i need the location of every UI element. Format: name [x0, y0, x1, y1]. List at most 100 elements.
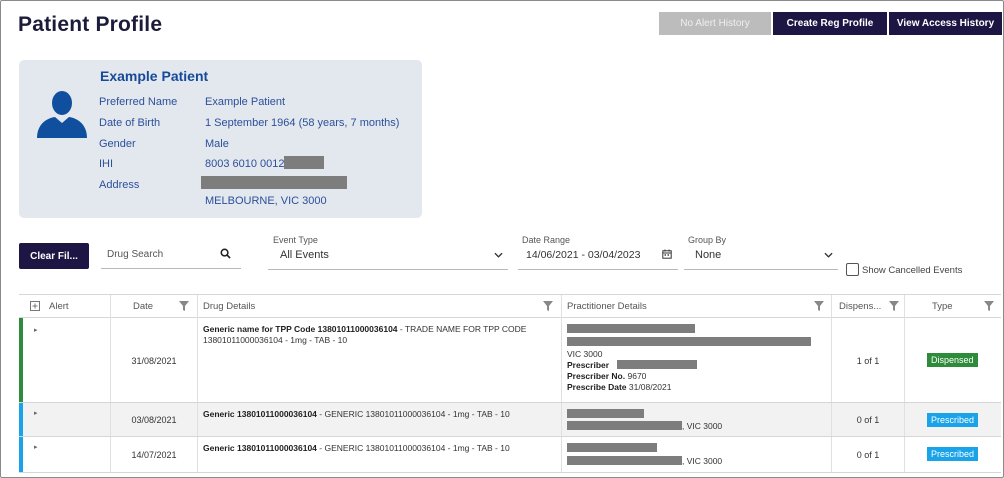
row-expand-icon[interactable]: ▸	[34, 326, 38, 334]
drug-name: Generic 13801011000036104	[203, 409, 317, 419]
practitioner-state: VIC 3000	[567, 349, 603, 359]
practitioner-cell: , VIC 3000	[562, 437, 832, 472]
date-cell: 14/07/2021	[111, 437, 198, 472]
alert-cell: ▸	[19, 318, 111, 402]
show-cancelled-checkbox[interactable]	[846, 263, 859, 276]
column-alert[interactable]: Alert	[19, 295, 111, 318]
type-cell: Dispensed	[905, 318, 1001, 402]
date-range-underline	[518, 269, 678, 270]
view-access-history-button[interactable]: View Access History	[889, 12, 1002, 35]
dispensed-count: 0 of 1	[856, 450, 880, 460]
ihi-label: IHI	[99, 158, 114, 170]
practitioner-redaction	[567, 337, 811, 346]
date-range-value: 14/06/2021 - 03/04/2023	[526, 249, 641, 261]
column-type[interactable]: Type	[905, 295, 1001, 318]
prescribe-date: 31/08/2021	[628, 382, 672, 392]
page-title: Patient Profile	[18, 13, 163, 36]
practitioner-redaction	[567, 443, 657, 452]
prescriber-line: Prescriber	[567, 360, 609, 370]
practitioner-redaction	[567, 324, 695, 333]
ihi-value: 8003 6010 0012	[205, 158, 285, 170]
practitioner-state: , VIC 3000	[682, 456, 723, 466]
address-line2: MELBOURNE, VIC 3000	[205, 195, 327, 207]
prescriber-no-label: Prescriber No.	[567, 371, 626, 381]
row-date: 03/08/2021	[131, 415, 177, 425]
prescribe-date-line: Prescribe Date 31/08/2021	[567, 382, 671, 392]
chevron-down-icon[interactable]	[824, 252, 833, 258]
table-row[interactable]: ▸ 03/08/2021 Generic 13801011000036104 -…	[19, 403, 1001, 437]
table-row[interactable]: ▸ 31/08/2021 Generic name for TPP Code 1…	[19, 318, 1001, 403]
search-icon[interactable]	[220, 248, 231, 259]
date-cell: 31/08/2021	[111, 318, 198, 402]
drug-name: Generic name for TPP Code 13801011000036…	[203, 324, 398, 334]
column-date[interactable]: Date	[111, 295, 198, 318]
dispensed-cell: 0 of 1	[832, 403, 905, 436]
prescriber-label: Prescriber	[567, 360, 610, 370]
row-expand-icon[interactable]: ▸	[34, 409, 38, 417]
practitioner-cell: , VIC 3000	[562, 403, 832, 436]
practitioner-state: , VIC 3000	[682, 421, 723, 431]
column-drug-details[interactable]: Drug Details	[198, 295, 562, 318]
table-row[interactable]: ▸ 14/07/2021 Generic 13801011000036104 -…	[19, 437, 1001, 473]
filter-icon[interactable]	[179, 301, 189, 311]
practitioner-redaction	[567, 409, 644, 418]
drug-description: - GENERIC 13801011000036104 - 1mg - TAB …	[316, 443, 510, 453]
prescriber-no-line: Prescriber No. 9670	[567, 371, 646, 381]
dispensed-cell: 1 of 1	[832, 318, 905, 402]
address-redaction	[201, 176, 347, 189]
drug-details: Generic 13801011000036104 - GENERIC 1380…	[203, 409, 557, 420]
patient-name: Example Patient	[100, 68, 209, 84]
prescriber-redaction	[617, 360, 697, 369]
status-badge: Prescribed	[927, 447, 979, 461]
status-badge: Dispensed	[927, 353, 978, 367]
row-expand-icon[interactable]: ▸	[34, 443, 38, 451]
dispensed-count: 0 of 1	[856, 415, 880, 425]
drug-cell: Generic 13801011000036104 - GENERIC 1380…	[198, 437, 562, 472]
type-cell: Prescribed	[905, 403, 1001, 436]
address-label: Address	[99, 179, 140, 191]
status-badge: Prescribed	[927, 413, 979, 427]
event-type-underline	[268, 269, 508, 270]
alert-cell: ▸	[19, 437, 111, 472]
prescribe-date-label: Prescribe Date	[567, 382, 627, 392]
drug-search-underline	[101, 268, 241, 269]
preferred-name-label: Preferred Name	[99, 96, 178, 108]
expand-all-icon[interactable]	[30, 301, 40, 311]
practitioner-cell: VIC 3000 Prescriber Prescriber No. 9670 …	[562, 318, 832, 402]
prescriber-no: 9670	[627, 371, 647, 381]
chevron-down-icon[interactable]	[494, 252, 503, 258]
filter-icon[interactable]	[889, 301, 899, 311]
column-dispensed-label: Dispens...	[839, 301, 882, 312]
date-range-label: Date Range	[522, 235, 571, 245]
drug-details: Generic name for TPP Code 13801011000036…	[203, 324, 557, 346]
drug-cell: Generic 13801011000036104 - GENERIC 1380…	[198, 403, 562, 436]
dob-label: Date of Birth	[99, 117, 161, 129]
type-cell: Prescribed	[905, 437, 1001, 472]
drug-name: Generic 13801011000036104	[203, 443, 317, 453]
app-frame: Patient Profile No Alert History Create …	[0, 0, 1004, 478]
drug-description: - GENERIC 13801011000036104 - 1mg - TAB …	[316, 409, 510, 419]
column-date-label: Date	[133, 301, 154, 312]
patient-card: Example Patient Preferred Name Example P…	[19, 60, 422, 218]
column-practitioner-details[interactable]: Practitioner Details	[562, 295, 832, 318]
preferred-name-value: Example Patient	[205, 96, 286, 108]
column-type-label: Type	[932, 301, 953, 312]
show-cancelled-label: Show Cancelled Events	[862, 265, 963, 276]
column-alert-label: Alert	[49, 301, 69, 312]
gender-value: Male	[205, 138, 229, 150]
row-date: 31/08/2021	[131, 356, 177, 366]
clear-filters-button[interactable]: Clear Fil...	[19, 243, 89, 269]
group-by-value: None	[695, 249, 722, 261]
calendar-icon[interactable]	[662, 249, 672, 259]
filter-icon[interactable]	[814, 301, 824, 311]
column-practitioner-label: Practitioner Details	[567, 301, 647, 312]
column-dispensed[interactable]: Dispens...	[832, 295, 905, 318]
no-alert-history-button[interactable]: No Alert History	[659, 12, 771, 35]
drug-details: Generic 13801011000036104 - GENERIC 1380…	[203, 443, 557, 454]
filter-icon[interactable]	[984, 301, 994, 311]
event-type-value: All Events	[280, 249, 329, 261]
date-cell: 03/08/2021	[111, 403, 198, 436]
filter-icon[interactable]	[543, 301, 553, 311]
create-reg-profile-button[interactable]: Create Reg Profile	[773, 12, 887, 35]
practitioner-redaction	[567, 421, 682, 430]
